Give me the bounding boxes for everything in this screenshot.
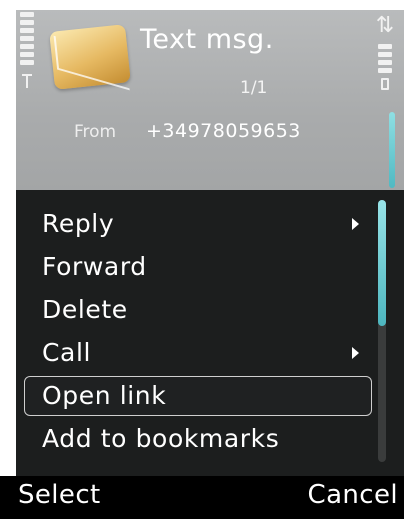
- signal-strength-icon: [20, 12, 34, 72]
- options-menu: Reply Forward Delete Call Open link Add …: [16, 190, 404, 476]
- menu-scrollbar-thumb[interactable]: [378, 200, 386, 326]
- menu-item-reply[interactable]: Reply: [16, 204, 376, 244]
- battery-level-icon: [378, 44, 392, 74]
- cancel-softkey[interactable]: Cancel: [308, 480, 398, 510]
- from-label: From: [74, 122, 117, 142]
- menu-item-forward[interactable]: Forward: [16, 247, 376, 287]
- submenu-arrow-icon: [352, 347, 359, 359]
- menu-item-label: Open link: [42, 381, 167, 410]
- envelope-icon: [49, 24, 131, 91]
- menu-item-delete[interactable]: Delete: [16, 290, 376, 330]
- menu-item-label: Reply: [42, 209, 115, 238]
- menu-item-add-to-bookmarks[interactable]: Add to bookmarks: [16, 419, 376, 459]
- submenu-arrow-icon: [352, 218, 359, 230]
- menu-item-label: Call: [42, 338, 92, 367]
- sender-number: +34978059653: [146, 120, 301, 142]
- antenna-icon: [22, 74, 32, 88]
- select-softkey[interactable]: Select: [18, 480, 101, 510]
- message-scrollbar[interactable]: [389, 112, 395, 188]
- page-counter: 1/1: [240, 78, 268, 98]
- softkey-bar: Select Cancel: [0, 476, 404, 519]
- menu-item-open-link[interactable]: Open link: [16, 376, 376, 416]
- phone-screen: ⇅ Text msg. 1/1 From +34978059653 Reply …: [0, 0, 404, 519]
- menu-item-label: Delete: [42, 295, 128, 324]
- menu-item-label: Add to bookmarks: [42, 424, 280, 453]
- page-title: Text msg.: [140, 24, 274, 55]
- menu-item-label: Forward: [42, 252, 147, 281]
- battery-icon: [381, 78, 389, 90]
- usb-icon: ⇅: [375, 13, 395, 38]
- menu-item-call[interactable]: Call: [16, 333, 376, 373]
